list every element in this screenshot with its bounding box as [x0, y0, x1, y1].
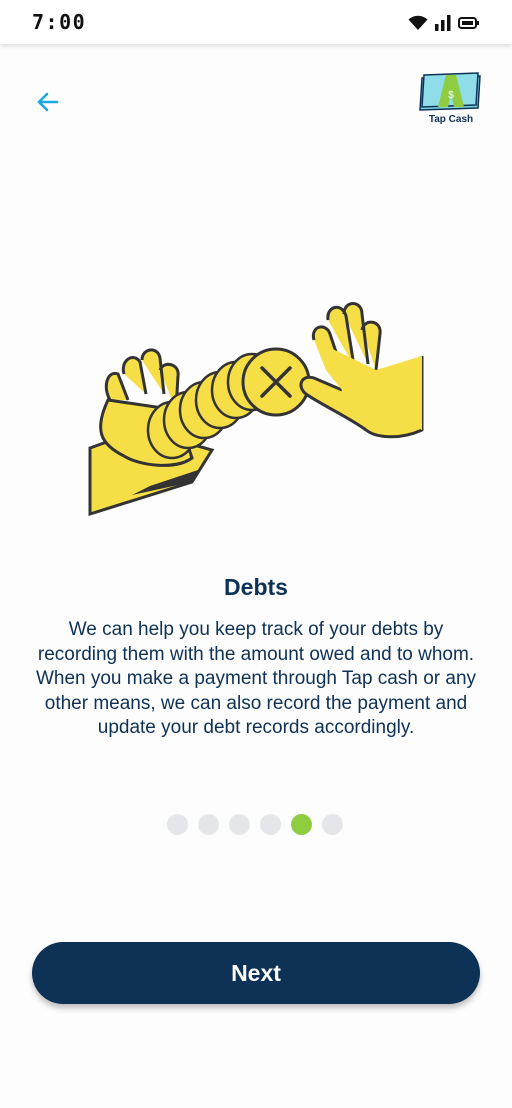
- back-button[interactable]: [30, 84, 66, 120]
- page-title: Debts: [224, 574, 288, 600]
- battery-icon: [458, 17, 479, 29]
- wifi-icon: [408, 15, 428, 30]
- tap-cash-logo: $ Tap Cash: [416, 72, 486, 132]
- logo-text: Tap Cash: [428, 114, 474, 125]
- pagination-dot: [167, 814, 188, 835]
- pagination-dots: [167, 814, 343, 835]
- status-time: 7:00: [32, 10, 87, 34]
- signal-icon: [435, 15, 451, 31]
- pagination-dot: [229, 814, 250, 835]
- hands-coins-illustration: [88, 302, 424, 517]
- pagination-dot: [260, 814, 281, 835]
- next-button-label: Next: [231, 959, 281, 986]
- cash-logo-icon: $: [419, 72, 481, 111]
- svg-text:$: $: [448, 90, 454, 101]
- pagination-dot: [198, 814, 219, 835]
- page-description: We can help you keep track of your debts…: [35, 619, 477, 738]
- pagination-dot-active: [291, 814, 312, 835]
- arrow-left-icon: [37, 92, 59, 112]
- next-button[interactable]: Next: [32, 942, 480, 1004]
- right-hand-icon: [299, 302, 424, 439]
- pagination-dot: [322, 814, 343, 835]
- status-bar: 7:00: [0, 0, 512, 44]
- status-icons: [408, 14, 480, 32]
